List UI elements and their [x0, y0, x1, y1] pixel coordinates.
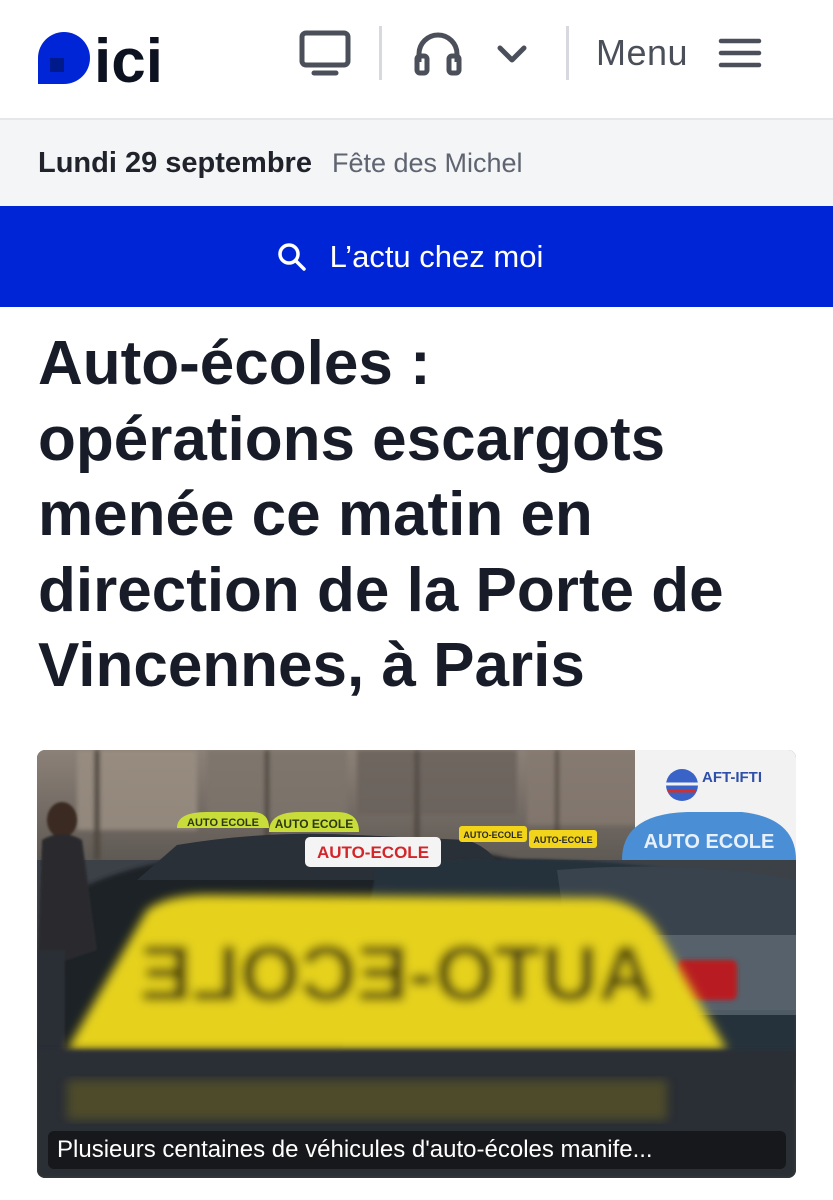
logo-text: ici	[94, 28, 163, 88]
saint-of-day: Fête des Michel	[331, 147, 523, 178]
tv-icon	[299, 30, 351, 76]
hamburger-icon	[718, 38, 762, 68]
local-news-button[interactable]: L’actu chez moi	[0, 206, 833, 307]
audio-button[interactable]	[410, 28, 466, 78]
sign-red-text: AUTO-ECOLE	[317, 843, 429, 862]
tv-button[interactable]	[296, 28, 354, 78]
chevron-down-icon	[497, 45, 527, 63]
sign-small-b-text: AUTO-ECOLE	[533, 835, 592, 845]
ici-logo[interactable]: ici	[36, 27, 176, 96]
truck-text: AFT-IFTI	[702, 769, 762, 786]
header-divider	[566, 26, 569, 80]
date-bar: Lundi 29 septembre Fête des Michel	[0, 118, 833, 206]
driving-school-cars-photo: AFT-IFTI AUTO ECOLE AUTO ECOLE AUTO-ECOL…	[37, 750, 796, 1178]
article-image[interactable]: AFT-IFTI AUTO ECOLE AUTO ECOLE AUTO-ECOL…	[37, 750, 796, 1178]
article-title: Auto-écoles : opérations escargots menée…	[38, 326, 808, 704]
title-line: menée ce matin en	[38, 480, 593, 549]
sign-blue-text: AUTO ECOLE	[644, 831, 775, 853]
menu-label: Menu	[596, 32, 689, 73]
header-divider	[379, 26, 382, 80]
top-bar: ici Menu	[0, 0, 833, 118]
menu-button[interactable]: Menu	[596, 28, 776, 78]
image-caption: Plusieurs centaines de véhicules d'auto-…	[48, 1131, 786, 1169]
sign-green-a-text: AUTO ECOLE	[187, 817, 259, 829]
headphones-icon	[414, 32, 462, 76]
search-icon	[277, 242, 306, 271]
title-line: Vincennes, à Paris	[38, 631, 585, 700]
local-news-label: L’actu chez moi	[329, 238, 544, 274]
title-line: opérations escargots	[38, 404, 666, 474]
title-line: direction de la Porte de	[38, 555, 724, 625]
sign-small-a-text: AUTO-ECOLE	[463, 830, 522, 840]
audio-dropdown-button[interactable]	[492, 34, 532, 74]
sign-blur-text: AUTO-ECOLE	[140, 929, 654, 1017]
title-line: Auto-écoles :	[38, 329, 431, 398]
current-date: Lundi 29 septembre	[38, 146, 312, 179]
sign-green-b-text: AUTO ECOLE	[275, 817, 353, 831]
